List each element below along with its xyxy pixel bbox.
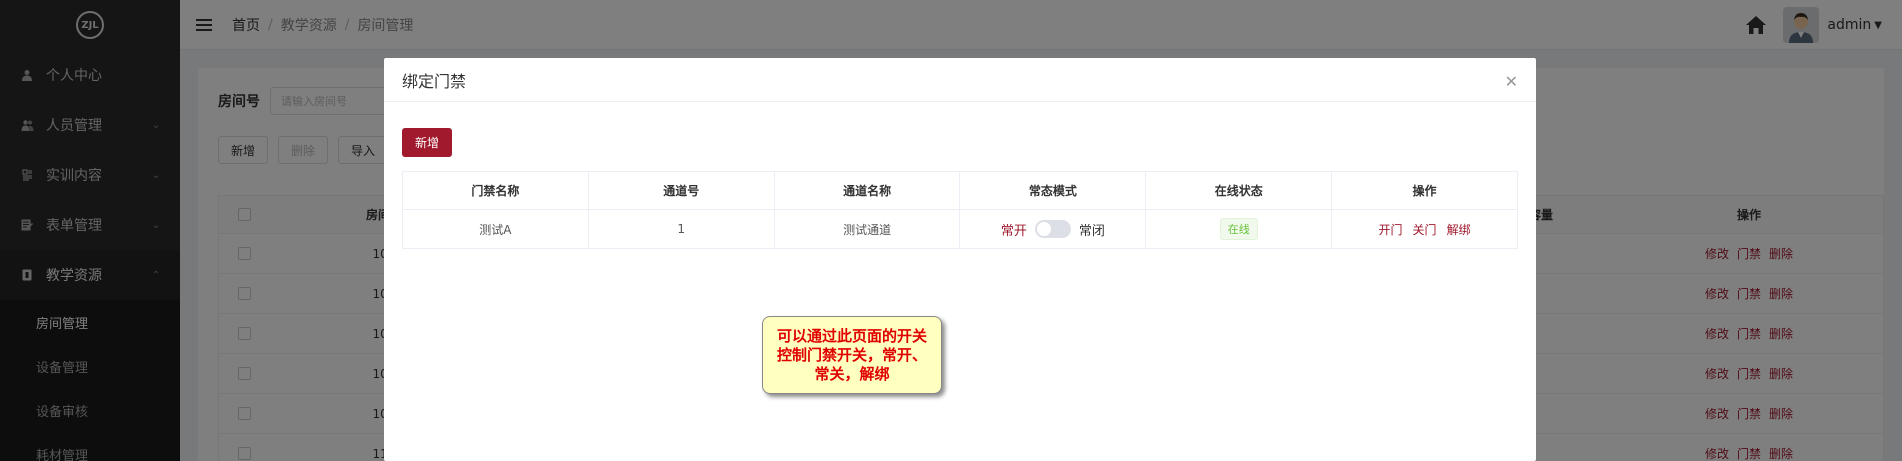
mode-toggle-switch[interactable]: [1034, 220, 1071, 238]
dialog-title: 绑定门禁: [402, 71, 467, 91]
mode-normally-closed-label: 常闭: [1078, 223, 1105, 239]
status-badge: 在线: [1219, 218, 1258, 240]
access-table-header: 门禁名称 通道号 通道名称 常态模式 在线状态 操作: [403, 172, 1517, 210]
status-cell: 在线: [1146, 210, 1333, 248]
close-door-link[interactable]: 关门: [1413, 221, 1437, 238]
channel-name-cell: 测试通道: [775, 210, 961, 248]
open-door-link[interactable]: 开门: [1379, 221, 1403, 238]
unbind-link[interactable]: 解绑: [1447, 221, 1471, 238]
close-icon[interactable]: ✕: [1505, 72, 1518, 91]
add-access-button[interactable]: 新增: [402, 128, 452, 157]
callout-text: 可以通过此页面的开关控制门禁开关，常开、常关，解绑: [776, 326, 927, 383]
annotation-callout: 可以通过此页面的开关控制门禁开关，常开、常关，解绑: [762, 316, 942, 394]
header-channel-no: 通道号: [589, 172, 775, 209]
header-normal-mode: 常态模式: [960, 172, 1147, 209]
header-online-status: 在线状态: [1146, 172, 1333, 209]
header-access-name: 门禁名称: [403, 172, 589, 209]
mode-cell: 常开 常闭: [960, 210, 1147, 248]
mode-normally-open-label: 常开: [1000, 223, 1027, 239]
actions-cell: 开门 关门 解绑: [1332, 210, 1517, 248]
bind-access-dialog: 绑定门禁 ✕ 新增 门禁名称 通道号 通道名称 常态模式 在线状态 操作 测试A…: [384, 58, 1536, 461]
table-row: 测试A 1 测试通道 常开 常闭 在线 开门 关门 解绑: [403, 210, 1517, 248]
header-operation: 操作: [1412, 184, 1437, 198]
channel-no-cell: 1: [589, 210, 775, 248]
access-table: 门禁名称 通道号 通道名称 常态模式 在线状态 操作 测试A 1 测试通道 常开…: [402, 171, 1518, 249]
dialog-body: 新增 门禁名称 通道号 通道名称 常态模式 在线状态 操作 测试A 1 测试通道…: [384, 102, 1536, 249]
access-name-cell: 测试A: [403, 210, 589, 248]
dialog-header: 绑定门禁 ✕: [384, 58, 1536, 102]
switch-knob: [1036, 222, 1051, 236]
header-channel-name: 通道名称: [775, 172, 961, 209]
